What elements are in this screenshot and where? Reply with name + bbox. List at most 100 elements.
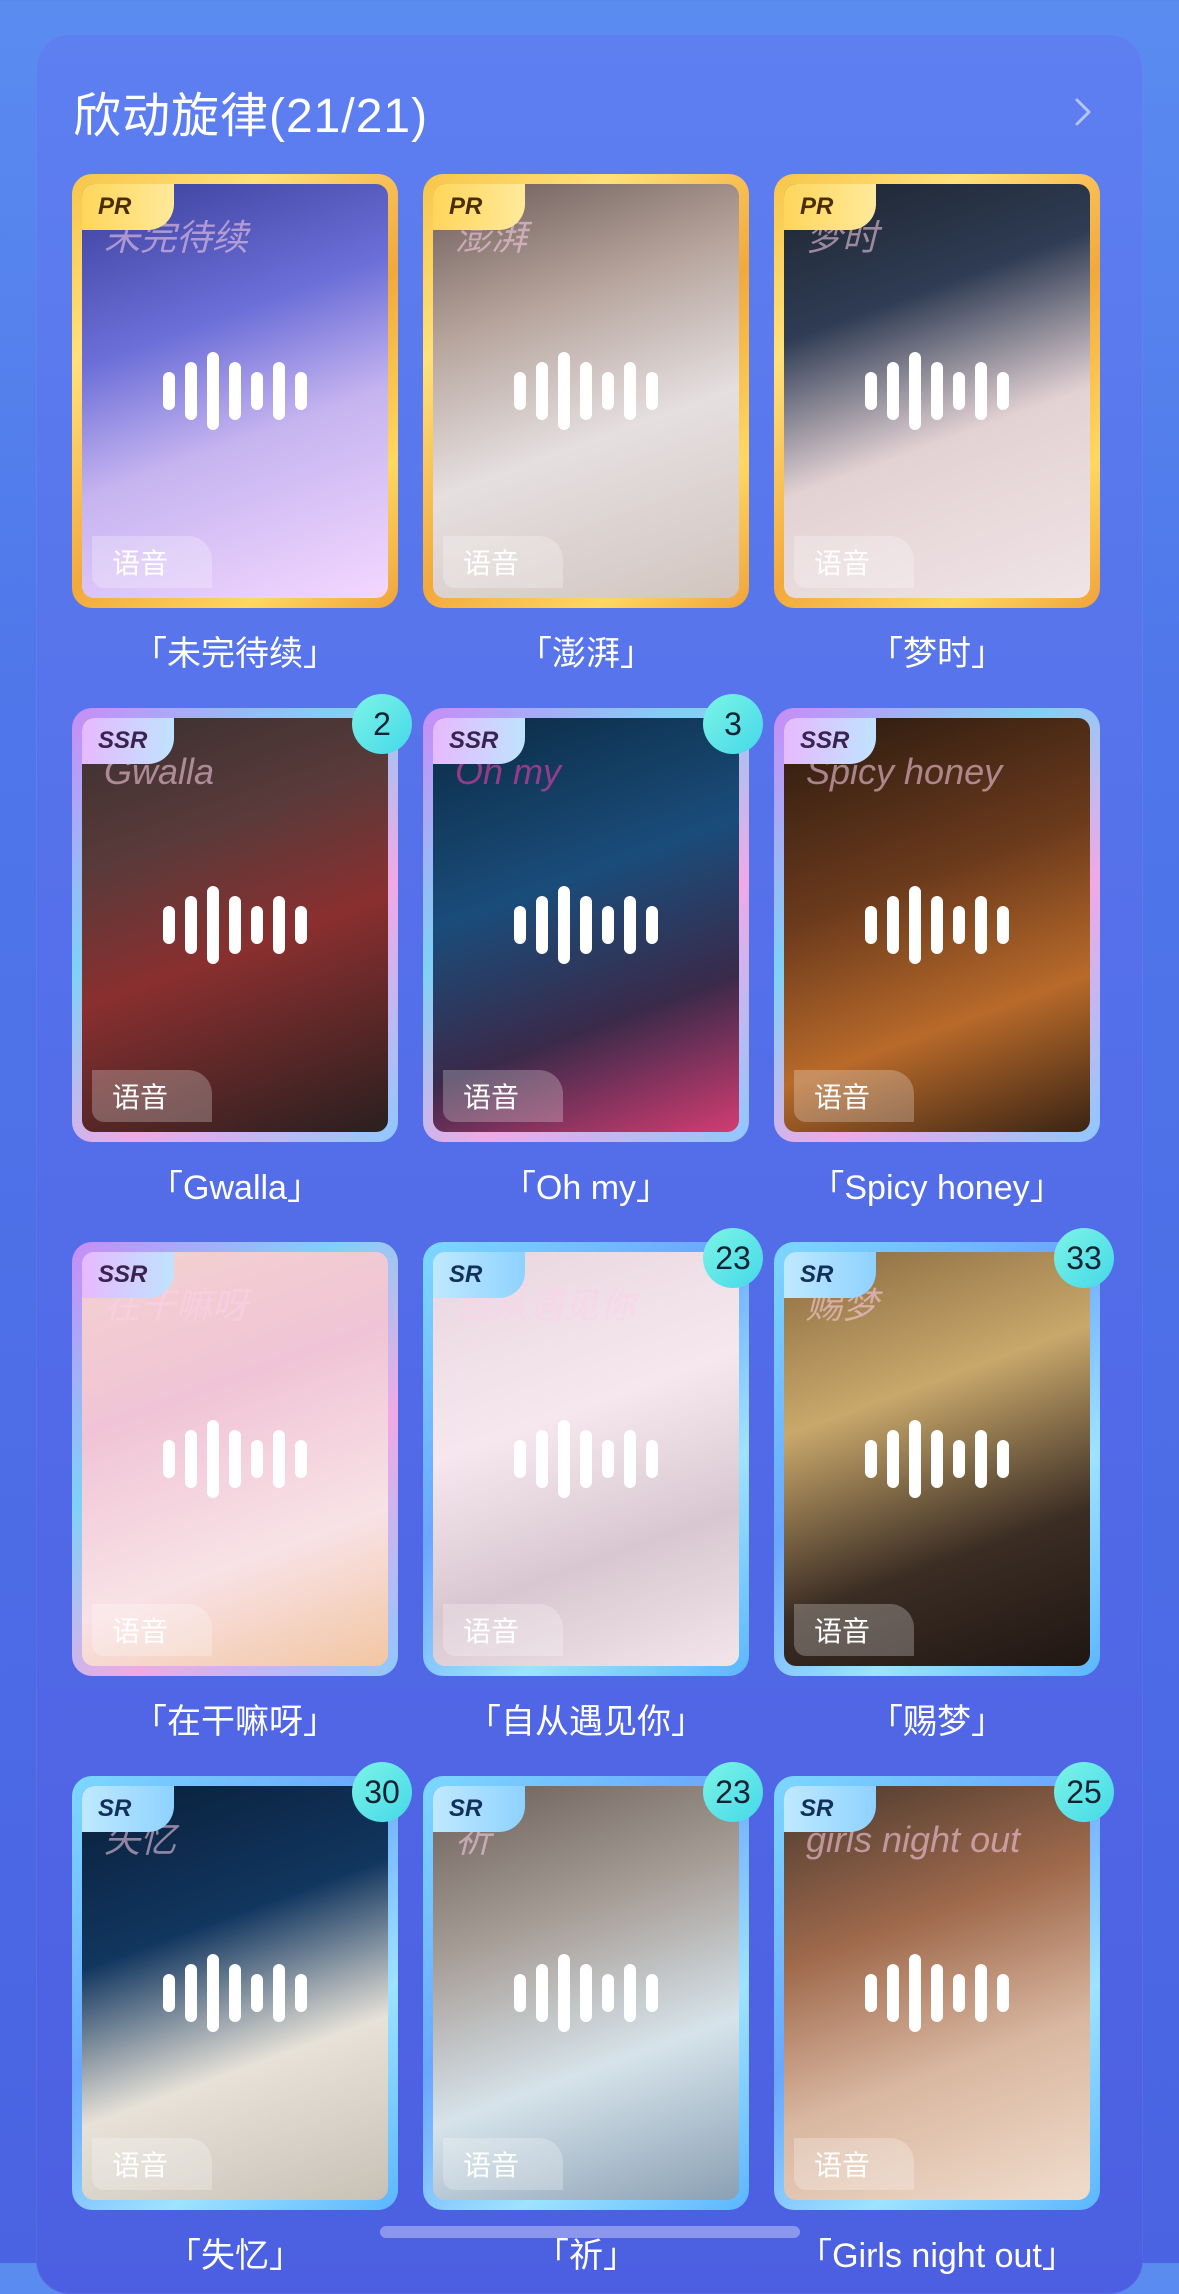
card-frame[interactable]: 赐梦 SR 语音 xyxy=(774,1242,1100,1676)
wave-bar xyxy=(185,362,197,420)
wave-bar xyxy=(624,896,636,954)
voice-tag[interactable]: 语音 xyxy=(794,1604,914,1656)
wave-bar xyxy=(273,1430,285,1488)
song-title: 「赐梦」 xyxy=(869,1703,1005,1741)
audio-wave-icon[interactable] xyxy=(514,1954,658,2032)
wave-bar xyxy=(207,1420,219,1498)
audio-wave-icon[interactable] xyxy=(163,886,307,964)
audio-wave-icon[interactable] xyxy=(865,352,1009,430)
song-title: 「未完待续」 xyxy=(133,635,337,673)
audio-wave-icon[interactable] xyxy=(163,1420,307,1498)
voice-tag[interactable]: 语音 xyxy=(794,536,914,588)
voice-tag[interactable]: 语音 xyxy=(443,2138,563,2190)
wave-bar xyxy=(931,362,943,420)
wave-bar xyxy=(207,1954,219,2032)
audio-wave-icon[interactable] xyxy=(865,1954,1009,2032)
wave-bar xyxy=(909,352,921,430)
card-frame[interactable]: 自从遇见你 SR 语音 xyxy=(423,1242,749,1676)
card-photo: 赐梦 SR 语音 xyxy=(784,1252,1090,1666)
rarity-badge: SR xyxy=(82,1786,174,1832)
wave-bar xyxy=(273,1964,285,2022)
song-title: 「失忆」 xyxy=(167,2237,303,2275)
wave-bar xyxy=(536,896,548,954)
wave-bar xyxy=(273,896,285,954)
wave-bar xyxy=(185,1964,197,2022)
song-title: 「梦时」 xyxy=(869,635,1005,673)
wave-bar xyxy=(975,362,987,420)
voice-tag[interactable]: 语音 xyxy=(443,536,563,588)
scrollbar[interactable] xyxy=(380,2226,800,2238)
wave-bar xyxy=(163,1974,175,2012)
audio-wave-icon[interactable] xyxy=(514,886,658,964)
card-frame[interactable]: 梦时 PR 语音 xyxy=(774,174,1100,608)
wave-bar xyxy=(975,1430,987,1488)
wave-bar xyxy=(997,906,1009,944)
audio-wave-icon[interactable] xyxy=(163,1954,307,2032)
rarity-badge: SR xyxy=(433,1786,525,1832)
rarity-badge: SSR xyxy=(784,718,876,764)
audio-wave-icon[interactable] xyxy=(865,1420,1009,1498)
card-frame[interactable]: 祈 SR 语音 xyxy=(423,1776,749,2210)
card-photo: 失忆 SR 语音 xyxy=(82,1786,388,2200)
wave-bar xyxy=(931,896,943,954)
card-photo: girls night out SR 语音 xyxy=(784,1786,1090,2200)
wave-bar xyxy=(646,372,658,410)
voice-tag[interactable]: 语音 xyxy=(92,1604,212,1656)
wave-bar xyxy=(536,362,548,420)
wave-bar xyxy=(624,1430,636,1488)
wave-bar xyxy=(558,352,570,430)
wave-bar xyxy=(953,372,965,410)
card-frame[interactable]: 在干嘛呀 SSR 语音 xyxy=(72,1242,398,1676)
wave-bar xyxy=(295,1440,307,1478)
voice-tag[interactable]: 语音 xyxy=(92,1070,212,1122)
rarity-badge: PR xyxy=(82,184,174,230)
card-photo: 澎湃 PR 语音 xyxy=(433,184,739,598)
card-frame[interactable]: 失忆 SR 语音 xyxy=(72,1776,398,2210)
header: 欣动旋律(21/21) xyxy=(36,34,1143,174)
count-badge: 23 xyxy=(703,1762,763,1822)
wave-bar xyxy=(229,362,241,420)
card-frame[interactable]: Spicy honey SSR 语音 xyxy=(774,708,1100,1142)
page-title: 欣动旋律(21/21) xyxy=(73,90,429,143)
wave-bar xyxy=(229,1430,241,1488)
wave-bar xyxy=(646,1440,658,1478)
card-frame[interactable]: 澎湃 PR 语音 xyxy=(423,174,749,608)
wave-bar xyxy=(887,362,899,420)
audio-wave-icon[interactable] xyxy=(514,1420,658,1498)
chevron-right-icon[interactable] xyxy=(1063,92,1103,132)
song-title: 「自从遇见你」 xyxy=(467,1703,705,1741)
song-title: 「Oh my」 xyxy=(501,1169,671,1207)
card-frame[interactable]: Gwalla SSR 语音 xyxy=(72,708,398,1142)
rarity-badge: SSR xyxy=(433,718,525,764)
voice-tag[interactable]: 语音 xyxy=(443,1604,563,1656)
song-title: 「在干嘛呀」 xyxy=(133,1703,337,1741)
card-photo: 在干嘛呀 SSR 语音 xyxy=(82,1252,388,1666)
voice-tag[interactable]: 语音 xyxy=(443,1070,563,1122)
wave-bar xyxy=(602,372,614,410)
voice-tag[interactable]: 语音 xyxy=(92,536,212,588)
rarity-badge: SSR xyxy=(82,718,174,764)
wave-bar xyxy=(931,1430,943,1488)
voice-tag[interactable]: 语音 xyxy=(794,2138,914,2190)
card-frame[interactable]: girls night out SR 语音 xyxy=(774,1776,1100,2210)
card-frame[interactable]: 未完待续 PR 语音 xyxy=(72,174,398,608)
wave-bar xyxy=(580,1430,592,1488)
audio-wave-icon[interactable] xyxy=(865,886,1009,964)
audio-wave-icon[interactable] xyxy=(163,352,307,430)
wave-bar xyxy=(207,352,219,430)
wave-bar xyxy=(295,1974,307,2012)
audio-wave-icon[interactable] xyxy=(514,352,658,430)
wave-bar xyxy=(536,1964,548,2022)
song-title: 「澎湃」 xyxy=(518,635,654,673)
wave-bar xyxy=(975,896,987,954)
wave-bar xyxy=(229,896,241,954)
wave-bar xyxy=(273,362,285,420)
wave-bar xyxy=(865,1440,877,1478)
wave-bar xyxy=(624,1964,636,2022)
wave-bar xyxy=(229,1964,241,2022)
wave-bar xyxy=(185,1430,197,1488)
card-frame[interactable]: Oh my SSR 语音 xyxy=(423,708,749,1142)
voice-tag[interactable]: 语音 xyxy=(794,1070,914,1122)
voice-tag[interactable]: 语音 xyxy=(92,2138,212,2190)
wave-bar xyxy=(163,372,175,410)
